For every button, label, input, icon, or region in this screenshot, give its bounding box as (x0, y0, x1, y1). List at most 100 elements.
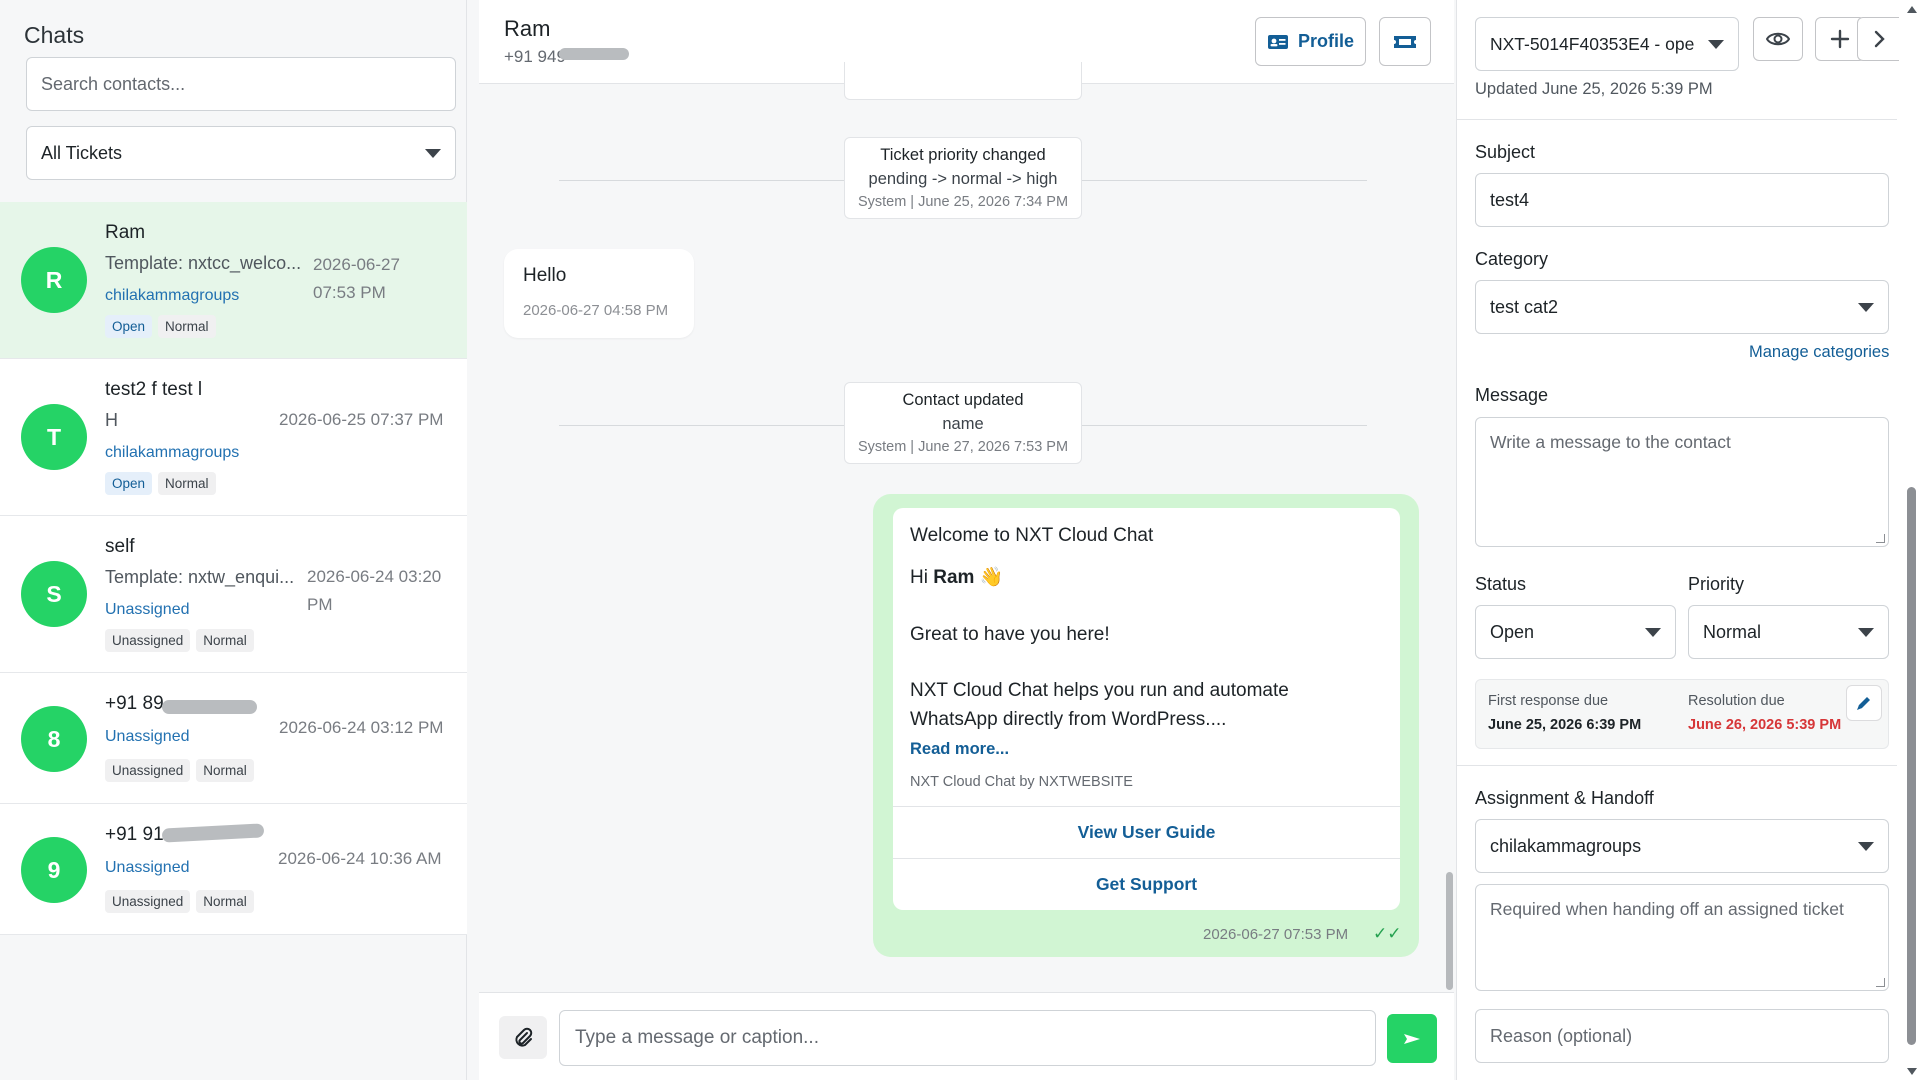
incoming-message: Hello 2026-06-27 04:58 PM (504, 249, 694, 338)
ticket-message-textarea[interactable]: Write a message to the contact (1475, 417, 1889, 547)
priority-badge: Normal (196, 629, 254, 652)
assignee-value: chilakammagroups (1490, 835, 1642, 856)
messages-scrollbar[interactable] (1446, 872, 1453, 990)
conversation-panel: Ram +91 949 Profile Ticket priority chan… (479, 0, 1454, 1080)
profile-button[interactable]: Profile (1255, 17, 1366, 66)
chat-timestamp: 2026-06-24 10:36 AM (278, 849, 442, 868)
chat-last-message: Template: nxtcc_welco... (105, 253, 302, 273)
send-icon (1404, 1033, 1420, 1044)
status-badge: Unassigned (105, 629, 191, 652)
priority-badge: Normal (158, 315, 216, 338)
template-line: NXT Cloud Chat helps you run and automat… (910, 680, 1289, 730)
ticket-selector[interactable]: NXT-5014F40353E4 - ope (1475, 17, 1739, 71)
chevron-down-icon (1858, 302, 1874, 312)
assignment-label: Assignment & Handoff (1475, 788, 1654, 808)
greeting-prefix: Hi (910, 567, 934, 588)
next-ticket-button[interactable] (1857, 17, 1899, 61)
avatar: R (21, 247, 87, 313)
chat-list-item[interactable]: 9 +91 91 2026-06-24 10:36 AM Unassigned … (0, 804, 467, 935)
status-badge: Unassigned (105, 890, 191, 913)
priority-badge: Normal (196, 759, 254, 782)
system-event-body: name (942, 415, 984, 433)
chat-assigned-agent: Unassigned (105, 728, 190, 745)
read-receipt-icon: ✓✓ (1373, 924, 1402, 943)
message-label: Message (1475, 385, 1549, 405)
message-text: Hello (523, 265, 567, 286)
template-greeting: Hi Ram 👋 (910, 564, 1380, 593)
attach-button[interactable] (499, 1016, 547, 1059)
priority-badge: Normal (196, 890, 254, 913)
sla-due-box: First response due June 25, 2026 6:39 PM… (1475, 679, 1889, 749)
chat-contact-name: self (105, 536, 135, 557)
redaction-mark (162, 700, 257, 714)
resolution-label: Resolution due (1688, 693, 1785, 709)
system-event-title: Ticket priority changed (880, 146, 1046, 164)
ticket-button[interactable] (1379, 17, 1431, 66)
redaction-mark (161, 823, 265, 843)
chat-timestamp-date: 2026-06-24 03:20 (307, 567, 442, 586)
resize-handle-icon[interactable] (1876, 534, 1885, 543)
app-root: Chats All Tickets R Ram Template: nxtcc_… (0, 0, 1920, 1080)
outgoing-template-message: Welcome to NXT Cloud Chat Hi Ram 👋 Great… (873, 494, 1419, 957)
manage-categories-link[interactable]: Manage categories (1749, 343, 1889, 362)
edit-sla-button[interactable] (1846, 685, 1882, 721)
subject-field[interactable]: test4 (1475, 173, 1889, 227)
chat-badges: Unassigned Normal (105, 759, 254, 782)
pencil-icon (1857, 697, 1870, 710)
send-button[interactable] (1387, 1014, 1437, 1063)
priority-value: Normal (1703, 621, 1762, 642)
template-card: Welcome to NXT Cloud Chat Hi Ram 👋 Great… (893, 508, 1400, 910)
chat-sidebar: Chats All Tickets R Ram Template: nxtcc_… (0, 0, 467, 1080)
redaction-mark (559, 48, 629, 60)
read-more-link[interactable]: Read more... (910, 740, 1009, 759)
id-card-icon (1267, 34, 1288, 49)
reason-placeholder: Reason (optional) (1490, 1025, 1633, 1046)
category-select[interactable]: test cat2 (1475, 280, 1889, 334)
handoff-note-textarea[interactable]: Required when handing off an assigned ti… (1475, 884, 1889, 991)
scroll-up-arrow-icon[interactable] (1907, 6, 1917, 13)
divider (1457, 119, 1897, 120)
priority-select[interactable]: Normal (1688, 605, 1889, 659)
get-support-button[interactable]: Get Support (893, 858, 1400, 909)
panel-scrollbar-thumb[interactable] (1907, 487, 1916, 1045)
priority-badge: Normal (158, 472, 216, 495)
chevron-down-icon (1858, 627, 1874, 637)
category-label: Category (1475, 249, 1549, 269)
chat-badges: Open Normal (105, 315, 216, 338)
system-event-body: pending -> normal -> high (868, 170, 1058, 188)
first-response-label: First response due (1488, 693, 1609, 709)
assignee-select[interactable]: chilakammagroups (1475, 819, 1889, 873)
chevron-down-icon (1645, 627, 1661, 637)
view-ticket-button[interactable] (1753, 17, 1803, 61)
search-contacts-input[interactable] (26, 57, 456, 111)
avatar: 9 (21, 837, 87, 903)
chat-contact-name: +91 91 (105, 824, 164, 845)
avatar: T (21, 404, 87, 470)
chat-list-item[interactable]: 8 +91 89 2026-06-24 03:12 PM Unassigned … (0, 673, 467, 804)
system-event: Contact updated name System | June 27, 2… (844, 382, 1082, 464)
ticket-filter-select[interactable]: All Tickets (26, 126, 456, 180)
chat-list-item[interactable]: R Ram Template: nxtcc_welco... 2026-06-2… (0, 202, 467, 359)
message-input[interactable] (559, 1010, 1376, 1066)
chat-list-item[interactable]: S self Template: nxtw_enqui... 2026-06-2… (0, 516, 467, 673)
scroll-down-arrow-icon[interactable] (1907, 1068, 1917, 1075)
chat-list: R Ram Template: nxtcc_welco... 2026-06-2… (0, 202, 467, 935)
first-response-value: June 25, 2026 6:39 PM (1488, 717, 1642, 733)
chat-timestamp: 2026-06-24 03:12 PM (279, 718, 444, 737)
resize-handle-icon[interactable] (1876, 978, 1885, 987)
divider (1457, 765, 1897, 766)
chat-timestamp-time: PM (307, 595, 333, 614)
template-line: Great to have you here! (910, 623, 1110, 645)
subject-label: Subject (1475, 142, 1536, 162)
category-value: test cat2 (1490, 296, 1559, 317)
view-user-guide-button[interactable]: View User Guide (893, 806, 1400, 857)
system-event-title: Contact updated (902, 391, 1024, 409)
paperclip-icon (515, 1027, 533, 1047)
chat-timestamp: 2026-06-25 07:37 PM (279, 410, 444, 429)
status-select[interactable]: Open (1475, 605, 1676, 659)
chat-list-item[interactable]: T test2 f test l H 2026-06-25 07:37 PM c… (0, 359, 467, 516)
chevron-down-icon (1708, 39, 1724, 49)
chat-assigned-agent: Unassigned (105, 859, 190, 876)
greeting-name: Ram (933, 567, 975, 588)
reason-input[interactable]: Reason (optional) (1475, 1009, 1889, 1063)
